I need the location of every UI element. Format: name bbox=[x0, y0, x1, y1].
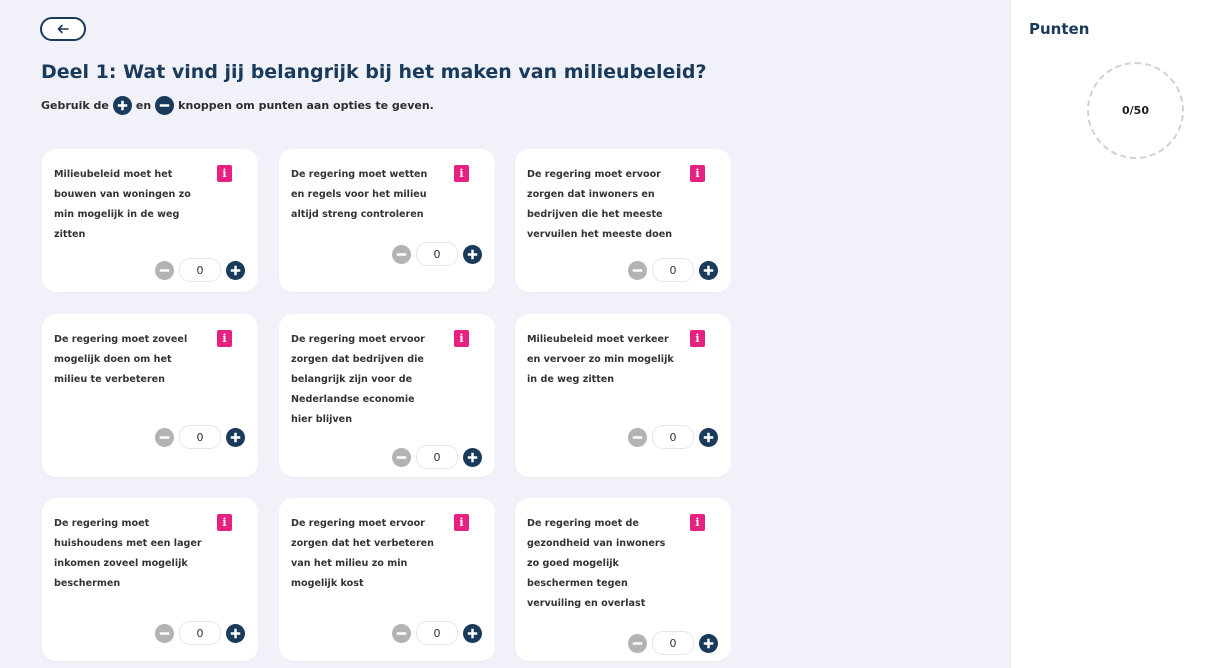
option-text: De regering moet huishoudens met een lag… bbox=[54, 518, 202, 589]
minus-button[interactable] bbox=[392, 244, 411, 264]
option-text: De regering moet de gezondheid van inwon… bbox=[527, 518, 666, 609]
points-stepper bbox=[628, 425, 718, 449]
minus-button[interactable] bbox=[392, 447, 411, 467]
plus-circle-icon bbox=[112, 96, 132, 115]
instructions-middle: en bbox=[135, 99, 152, 112]
minus-button[interactable] bbox=[628, 260, 647, 280]
info-button[interactable]: i bbox=[454, 330, 469, 347]
info-button[interactable]: i bbox=[690, 514, 705, 531]
points-stepper bbox=[392, 242, 482, 266]
info-button[interactable]: i bbox=[217, 165, 232, 182]
instructions: Gebruik de en knoppen om punten aan opti… bbox=[41, 96, 434, 115]
info-button[interactable]: i bbox=[454, 165, 469, 182]
plus-button[interactable] bbox=[463, 623, 482, 643]
points-stepper bbox=[155, 258, 245, 282]
option-text: Milieubeleid moet het bouwen van woninge… bbox=[54, 169, 191, 240]
option-card: De regering moet de gezondheid van inwon… bbox=[515, 498, 731, 661]
points-progress-ring: 0/50 bbox=[1087, 62, 1184, 159]
points-input[interactable] bbox=[652, 258, 694, 282]
sidebar-title: Punten bbox=[1029, 20, 1090, 38]
option-card: De regering moet zoveel mogelijk doen om… bbox=[42, 314, 258, 477]
option-card: Milieubeleid moet verkeer en vervoer zo … bbox=[515, 314, 731, 477]
option-card: Milieubeleid moet het bouwen van woninge… bbox=[42, 149, 258, 292]
option-card: De regering moet ervoor zorgen dat het v… bbox=[279, 498, 495, 661]
minus-button[interactable] bbox=[392, 623, 411, 643]
main-content: Deel 1: Wat vind jij belangrijk bij het … bbox=[0, 0, 1010, 668]
plus-button[interactable] bbox=[463, 447, 482, 467]
info-button[interactable]: i bbox=[217, 330, 232, 347]
instructions-suffix: knoppen om punten aan opties te geven. bbox=[178, 99, 434, 112]
points-input[interactable] bbox=[652, 425, 694, 449]
info-button[interactable]: i bbox=[217, 514, 232, 531]
points-input[interactable] bbox=[179, 258, 221, 282]
points-counter: 0/50 bbox=[1122, 104, 1149, 117]
points-stepper bbox=[155, 621, 245, 645]
option-card: De regering moet ervoor zorgen dat bedri… bbox=[279, 314, 495, 477]
back-button[interactable] bbox=[40, 17, 86, 41]
info-button[interactable]: i bbox=[690, 165, 705, 182]
option-text: De regering moet ervoor zorgen dat bedri… bbox=[291, 334, 425, 425]
minus-button[interactable] bbox=[628, 633, 647, 653]
minus-button[interactable] bbox=[155, 427, 174, 447]
plus-button[interactable] bbox=[463, 244, 482, 264]
plus-button[interactable] bbox=[699, 427, 718, 447]
points-input[interactable] bbox=[416, 242, 458, 266]
page-title: Deel 1: Wat vind jij belangrijk bij het … bbox=[41, 61, 707, 83]
option-card: De regering moet huishoudens met een lag… bbox=[42, 498, 258, 661]
plus-button[interactable] bbox=[226, 623, 245, 643]
points-input[interactable] bbox=[416, 445, 458, 469]
option-text: De regering moet ervoor zorgen dat het v… bbox=[291, 518, 435, 589]
points-stepper bbox=[392, 621, 482, 645]
plus-button[interactable] bbox=[699, 260, 718, 280]
points-stepper bbox=[628, 258, 718, 282]
option-card: De regering moet wetten en regels voor h… bbox=[279, 149, 495, 292]
arrow-left-icon bbox=[57, 24, 69, 34]
plus-button[interactable] bbox=[699, 633, 718, 653]
info-button[interactable]: i bbox=[690, 330, 705, 347]
points-input[interactable] bbox=[179, 621, 221, 645]
option-card: De regering moet ervoor zorgen dat inwon… bbox=[515, 149, 731, 292]
minus-button[interactable] bbox=[155, 260, 174, 280]
minus-button[interactable] bbox=[155, 623, 174, 643]
points-input[interactable] bbox=[416, 621, 458, 645]
points-input[interactable] bbox=[179, 425, 221, 449]
minus-circle-icon bbox=[155, 96, 175, 115]
option-text: De regering moet zoveel mogelijk doen om… bbox=[54, 334, 188, 385]
option-text: De regering moet wetten en regels voor h… bbox=[291, 169, 428, 220]
option-text: Milieubeleid moet verkeer en vervoer zo … bbox=[527, 334, 674, 385]
plus-button[interactable] bbox=[226, 260, 245, 280]
points-input[interactable] bbox=[652, 631, 694, 655]
info-button[interactable]: i bbox=[454, 514, 469, 531]
instructions-prefix: Gebruik de bbox=[41, 99, 109, 112]
points-stepper bbox=[628, 631, 718, 655]
minus-button[interactable] bbox=[628, 427, 647, 447]
points-stepper bbox=[392, 445, 482, 469]
points-sidebar: Punten 0/50 bbox=[1010, 0, 1207, 668]
option-text: De regering moet ervoor zorgen dat inwon… bbox=[527, 169, 673, 240]
plus-button[interactable] bbox=[226, 427, 245, 447]
points-stepper bbox=[155, 425, 245, 449]
